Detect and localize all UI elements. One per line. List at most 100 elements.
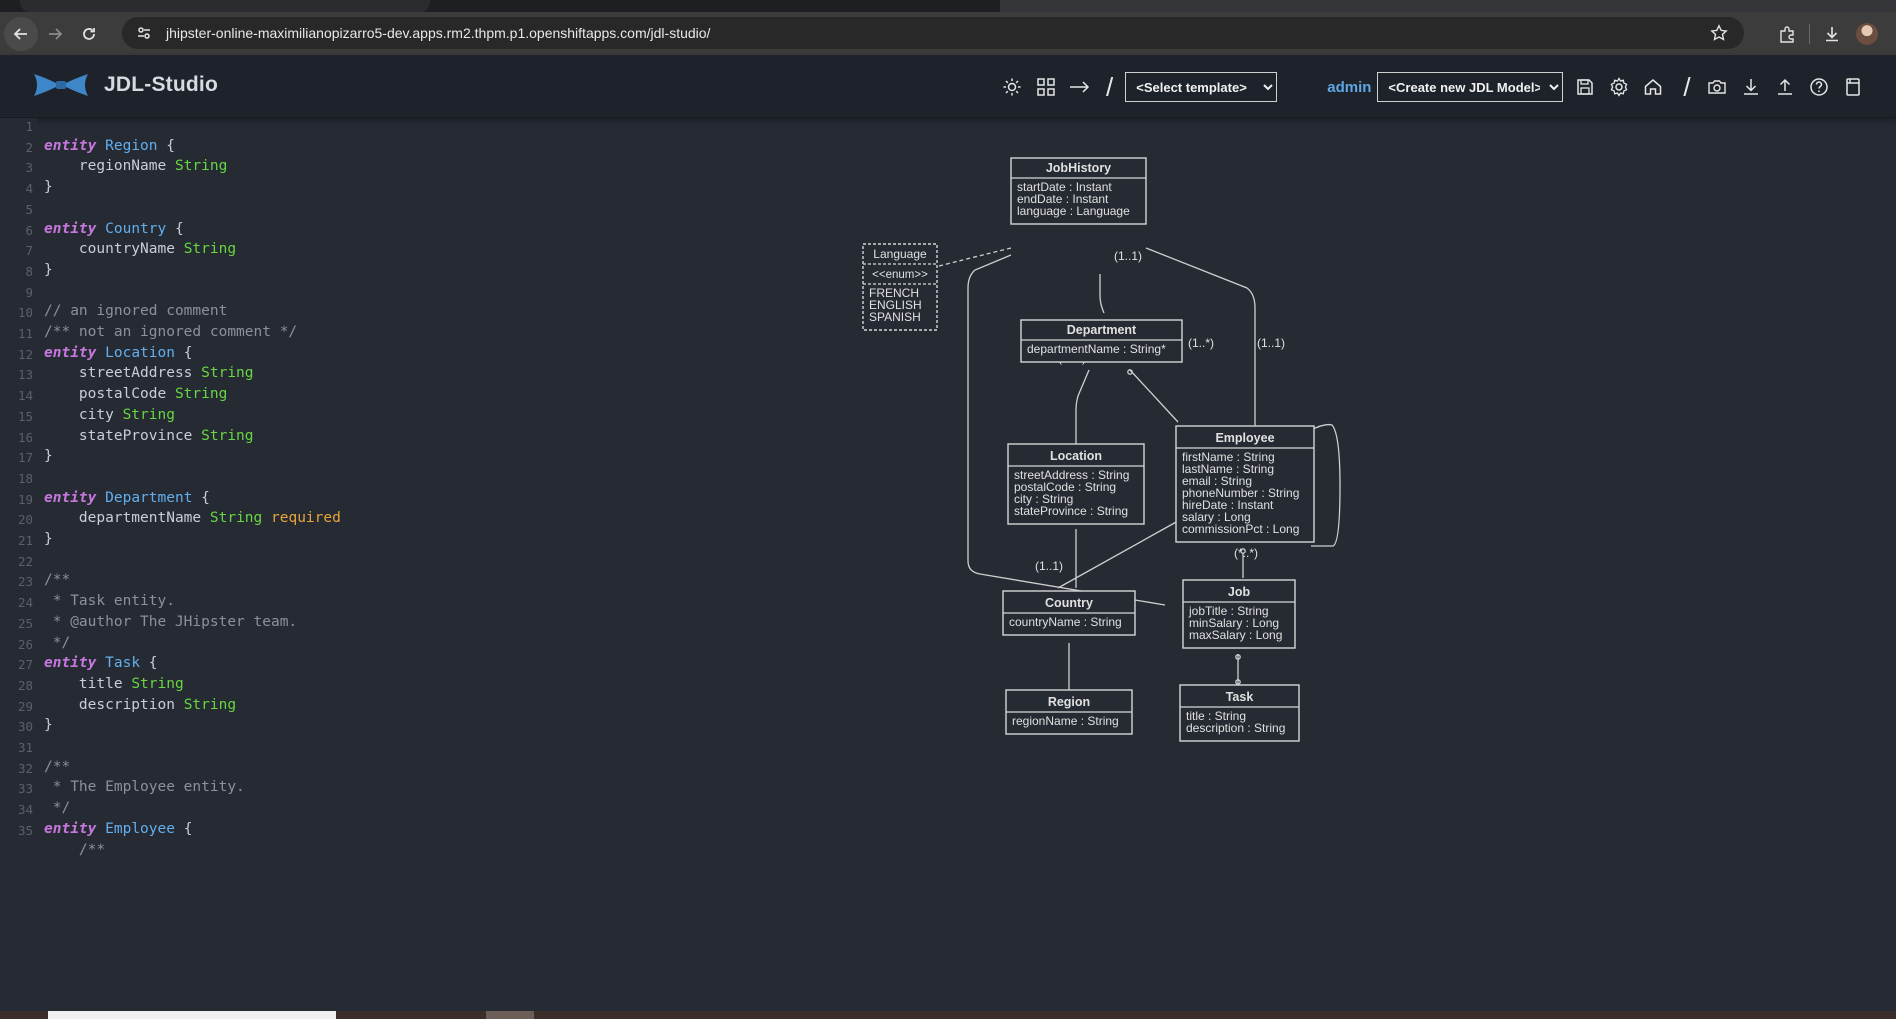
line-number: 18 xyxy=(17,470,33,486)
code-token: */ xyxy=(44,800,71,817)
entity-boxes: JobHistorystartDate : InstantendDate : I… xyxy=(862,157,1315,742)
site-info-icon[interactable] xyxy=(134,23,154,43)
arrow-right-icon[interactable] xyxy=(1066,73,1094,101)
code-line[interactable]: /** xyxy=(44,842,105,858)
entity-department[interactable]: Department departmentName : String* xyxy=(1020,319,1183,363)
code-line[interactable]: */ xyxy=(44,635,70,651)
code-token: String xyxy=(183,241,237,258)
line-number: 17 xyxy=(17,450,33,466)
code-line[interactable]: countryName String xyxy=(44,241,236,257)
code-token: String xyxy=(122,406,175,423)
multiplicity-label: (1..1) xyxy=(1257,336,1285,350)
upload-icon[interactable] xyxy=(1771,73,1799,101)
code-token: } xyxy=(44,261,53,278)
entity-field: regionName : String xyxy=(1012,714,1119,728)
code-line[interactable]: departmentName String required xyxy=(44,510,341,526)
code-line[interactable]: /** xyxy=(44,759,70,775)
entity-location[interactable]: LocationstreetAddress : StringpostalCode… xyxy=(1007,443,1145,525)
entity-task[interactable]: Tasktitle : Stringdescription : String xyxy=(1179,684,1300,742)
entity-language[interactable]: Language<<enum>>FRENCHENGLISHSPANISH xyxy=(862,243,938,331)
line-number: 7 xyxy=(25,243,33,259)
code-line[interactable]: entity Employee { xyxy=(44,821,192,837)
taskbar-item[interactable] xyxy=(48,1011,336,1019)
code-token: { xyxy=(140,655,158,672)
code-line[interactable]: * @author The JHipster team. xyxy=(44,614,297,630)
sun-icon[interactable] xyxy=(998,73,1026,101)
entity-diagram[interactable]: (1..1)(1..1)(1..*)(1..1)(1..1)(1..*)(1..… xyxy=(800,118,1896,1011)
code-line[interactable]: city String xyxy=(44,407,175,423)
profile-avatar[interactable] xyxy=(1856,22,1878,45)
brand[interactable]: JDL-Studio xyxy=(32,70,218,100)
line-number: 9 xyxy=(25,284,33,300)
connector-jobhistory-job xyxy=(967,254,1166,606)
book-icon[interactable] xyxy=(1839,73,1867,101)
code-line[interactable]: entity Department { xyxy=(44,490,210,506)
entity-field: language : Language xyxy=(1017,204,1130,218)
entity-field: departmentName : String* xyxy=(1027,342,1166,356)
code-line[interactable]: */ xyxy=(44,800,70,816)
line-number: 21 xyxy=(17,533,33,548)
code-token: String xyxy=(174,158,228,175)
entity-field: commissionPct : Long xyxy=(1182,522,1299,536)
line-number: 1 xyxy=(25,119,33,134)
code-line[interactable]: } xyxy=(44,448,53,464)
back-button[interactable] xyxy=(4,16,38,51)
code-line[interactable]: stateProvince String xyxy=(44,428,254,444)
model-select[interactable]: <Create new JDL Model> xyxy=(1377,72,1564,102)
code-token: String xyxy=(183,696,237,713)
code-line[interactable]: description String xyxy=(44,697,236,713)
code-line[interactable]: streetAddress String xyxy=(44,365,254,381)
grid-icon[interactable] xyxy=(1032,73,1060,101)
code-line[interactable]: } xyxy=(44,531,53,547)
template-select[interactable]: <Select template> xyxy=(1125,72,1278,102)
bookmark-star-icon[interactable] xyxy=(1708,22,1730,44)
address-bar[interactable]: jhipster-online-maximilianopizarro5-dev.… xyxy=(122,17,1744,49)
code-token: Employee xyxy=(105,820,175,837)
code-line[interactable]: } xyxy=(44,717,53,733)
code-line[interactable]: entity Region { xyxy=(44,138,175,154)
entity-country[interactable]: Country countryName : String xyxy=(1002,590,1136,636)
code-line[interactable]: entity Country { xyxy=(44,221,184,237)
code-token: { xyxy=(166,220,184,237)
taskbar-item-2[interactable] xyxy=(486,1011,534,1019)
download-icon[interactable] xyxy=(1737,73,1765,101)
entity-jobhistory[interactable]: JobHistorystartDate : InstantendDate : I… xyxy=(1010,157,1147,225)
entity-region[interactable]: Region regionName : String xyxy=(1005,689,1133,735)
help-icon[interactable] xyxy=(1805,73,1833,101)
code-line[interactable]: title String xyxy=(44,676,184,692)
download-icon[interactable] xyxy=(1814,16,1850,52)
entity-job[interactable]: JobjobTitle : StringminSalary : LongmaxS… xyxy=(1182,579,1296,649)
code-line[interactable]: } xyxy=(44,179,53,195)
code-line[interactable]: postalCode String xyxy=(44,386,227,402)
url-text[interactable]: jhipster-online-maximilianopizarro5-dev.… xyxy=(166,25,710,41)
code-token: stateProvince xyxy=(44,427,202,444)
connector-department-employee xyxy=(1129,369,1179,423)
code-line[interactable]: entity Location { xyxy=(44,345,192,361)
code-line[interactable]: } xyxy=(44,262,53,278)
toolbar-separator xyxy=(1809,23,1810,44)
save-icon[interactable] xyxy=(1571,73,1599,101)
code-token: Country xyxy=(105,220,167,237)
code-token: countryName xyxy=(44,241,184,258)
code-editor[interactable]: 1 2 3 4 5 6 7 8 9 10 11 12 13 14 15 16 17 18 19 20 21 22 23 24 2… xyxy=(0,118,800,1011)
code-line[interactable]: regionName String xyxy=(44,158,227,174)
code-line[interactable]: * The Employee entity. xyxy=(44,779,245,795)
line-number: 5 xyxy=(25,201,33,217)
code-line[interactable]: entity Task { xyxy=(44,655,158,671)
code-token: String xyxy=(201,427,254,444)
gear-icon[interactable] xyxy=(1605,73,1633,101)
user-name[interactable]: admin xyxy=(1327,79,1371,96)
forward-button[interactable] xyxy=(38,17,72,51)
camera-icon[interactable] xyxy=(1703,73,1731,101)
code-line[interactable]: // an ignored comment xyxy=(44,303,227,319)
code-line[interactable]: /** xyxy=(44,572,70,588)
browser-tab[interactable] xyxy=(20,0,430,12)
code-line[interactable]: * Task entity. xyxy=(44,593,175,609)
extensions-icon[interactable] xyxy=(1769,16,1805,52)
home-icon[interactable] xyxy=(1639,73,1667,101)
entity-employee[interactable]: EmployeefirstName : StringlastName : Str… xyxy=(1175,425,1315,543)
code-line[interactable]: /** not an ignored comment */ xyxy=(44,324,297,340)
reload-button[interactable] xyxy=(72,17,106,51)
